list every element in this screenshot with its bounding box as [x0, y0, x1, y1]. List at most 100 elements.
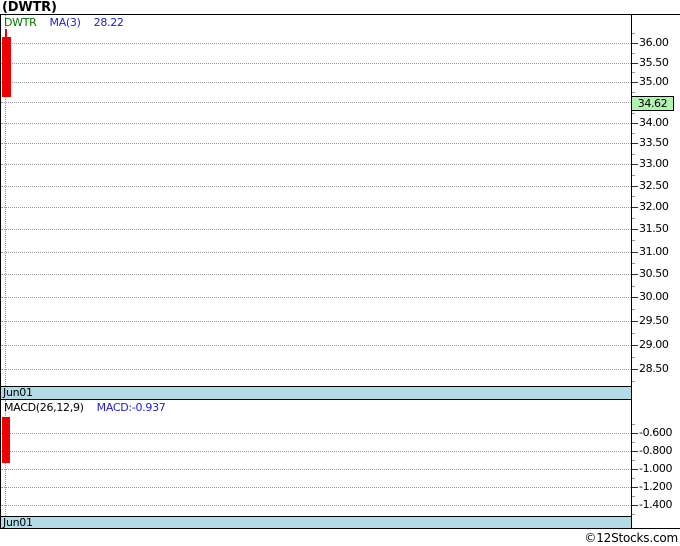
macd-axis-label: -0.800	[639, 444, 673, 457]
price-axis-minor-tick	[632, 175, 635, 176]
stock-chart-page: (DWTR) DWTR MA(3) 28.22 Jun01 MACD(26,12…	[0, 0, 680, 546]
right-value-axis: 34.62 36.00 35.50 35.00 34.00 33.50 33.00 32.5…	[631, 15, 680, 528]
price-axis-tick	[632, 321, 638, 322]
price-axis-minor-tick	[632, 240, 635, 241]
macd-axis-minor-tick	[632, 514, 635, 515]
date-band-macd: Jun01	[1, 516, 631, 528]
price-axis-tick	[632, 297, 638, 298]
price-axis-label: 35.00	[639, 75, 669, 88]
price-axis-minor-tick	[632, 196, 635, 197]
macd-axis-label: -1.200	[639, 480, 673, 493]
price-axis-tick	[632, 207, 638, 208]
price-axis-label: 35.50	[639, 56, 669, 69]
price-gridline	[1, 207, 631, 208]
macd-histogram-bar	[2, 417, 10, 463]
price-gridline	[1, 102, 631, 103]
price-gridline	[1, 82, 631, 83]
price-axis-label: 30.00	[639, 290, 669, 303]
candle-upper-wick	[5, 29, 7, 37]
price-gridline	[1, 43, 631, 44]
price-gridline	[1, 321, 631, 322]
price-gridline	[1, 229, 631, 230]
price-legend: DWTR MA(3) 28.22	[4, 16, 124, 29]
price-axis-tick	[632, 143, 638, 144]
price-gridline	[1, 345, 631, 346]
price-axis-tick	[632, 63, 638, 64]
price-gridline	[1, 63, 631, 64]
price-axis-tick	[632, 229, 638, 230]
macd-gridline	[1, 505, 631, 506]
price-gridline	[1, 369, 631, 370]
ma-value: 28.22	[93, 16, 124, 29]
price-gridline	[1, 123, 631, 124]
ma-label: MA(3)	[49, 16, 81, 29]
price-axis-minor-tick	[632, 72, 635, 73]
macd-axis-minor-tick	[632, 460, 635, 461]
macd-axis-minor-tick	[632, 478, 635, 479]
candlestick	[2, 37, 11, 97]
macd-axis-tick	[632, 451, 638, 452]
price-panel: DWTR MA(3) 28.22	[1, 15, 631, 386]
price-gridline	[1, 297, 631, 298]
price-axis-label: 34.00	[639, 116, 669, 129]
price-axis-tick	[632, 274, 638, 275]
price-axis-label: 29.00	[639, 338, 669, 351]
price-axis-minor-tick	[632, 53, 635, 54]
price-axis-tick	[632, 345, 638, 346]
price-gridline	[1, 143, 631, 144]
macd-panel: MACD(26,12,9) MACD:-0.937	[1, 400, 631, 516]
price-gridline	[1, 164, 631, 165]
macd-gridline	[1, 469, 631, 470]
current-price-badge: 34.62	[631, 96, 674, 111]
price-axis-tick	[632, 82, 638, 83]
price-gridline	[1, 274, 631, 275]
price-axis-label: 33.50	[639, 136, 669, 149]
price-axis-minor-tick	[632, 286, 635, 287]
price-axis-minor-tick	[632, 154, 635, 155]
price-axis-minor-tick	[632, 309, 635, 310]
macd-axis-tick	[632, 487, 638, 488]
macd-axis-minor-tick	[632, 424, 635, 425]
chart-frame: DWTR MA(3) 28.22 Jun01 MACD(26,12,9) MAC…	[0, 14, 680, 529]
price-axis-label: 36.00	[639, 36, 669, 49]
price-axis-minor-tick	[632, 263, 635, 264]
price-axis-tick	[632, 252, 638, 253]
price-axis-label: 33.00	[639, 157, 669, 170]
price-axis-label: 28.50	[639, 362, 669, 375]
macd-axis-label: -0.600	[639, 426, 673, 439]
macd-legend: MACD(26,12,9) MACD:-0.937	[4, 401, 166, 414]
macd-axis-tick	[632, 505, 638, 506]
price-axis-tick	[632, 369, 638, 370]
price-axis-tick	[632, 186, 638, 187]
macd-value-label: MACD:-0.937	[96, 401, 166, 414]
macd-axis-minor-tick	[632, 442, 635, 443]
macd-axis-tick	[632, 433, 638, 434]
price-gridline	[1, 186, 631, 187]
price-axis-label: 32.00	[639, 200, 669, 213]
price-gridline	[1, 252, 631, 253]
date-band-price: Jun01	[1, 386, 631, 400]
price-axis-minor-tick	[632, 113, 635, 114]
price-axis-minor-tick	[632, 133, 635, 134]
price-axis-minor-tick	[632, 333, 635, 334]
price-axis-minor-tick	[632, 381, 635, 382]
footer-credit: ©12Stocks.com	[584, 531, 678, 545]
date-label: Jun01	[3, 516, 33, 529]
macd-axis-label: -1.400	[639, 498, 673, 511]
macd-axis-tick	[632, 469, 638, 470]
price-axis-tick	[632, 164, 638, 165]
plot-area: DWTR MA(3) 28.22 Jun01 MACD(26,12,9) MAC…	[1, 15, 632, 528]
symbol-label: DWTR	[4, 16, 37, 29]
macd-params-label: MACD(26,12,9)	[4, 401, 84, 414]
price-axis-label: 32.50	[639, 179, 669, 192]
price-axis-tick	[632, 123, 638, 124]
macd-gridline	[1, 451, 631, 452]
price-axis-tick	[632, 43, 638, 44]
macd-gridline	[1, 487, 631, 488]
macd-gridline	[1, 433, 631, 434]
date-label: Jun01	[3, 386, 33, 399]
price-axis-minor-tick	[632, 218, 635, 219]
price-axis-minor-tick	[632, 357, 635, 358]
macd-axis-minor-tick	[632, 496, 635, 497]
price-axis-minor-tick	[632, 33, 635, 34]
